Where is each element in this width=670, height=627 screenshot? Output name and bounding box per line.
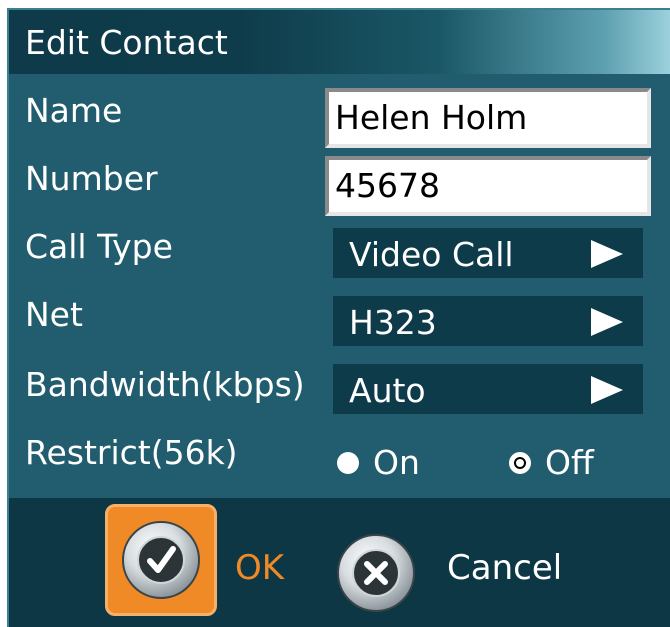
radio-unselected-icon <box>337 452 359 474</box>
restrict-on-radio[interactable]: On <box>337 442 457 484</box>
title-bar: Edit Contact <box>9 10 670 74</box>
check-icon-glyph <box>147 546 176 573</box>
arrow-right-icon <box>591 376 623 404</box>
bandwidth-select[interactable]: Auto <box>333 364 643 414</box>
arrow-right-icon <box>591 240 623 268</box>
check-icon <box>122 521 200 599</box>
bandwidth-value: Auto <box>349 371 426 410</box>
bandwidth-label: Bandwidth(kbps) <box>25 365 305 404</box>
restrict-off-label: Off <box>545 443 594 482</box>
restrict-off-radio[interactable]: Off <box>509 442 629 484</box>
restrict-label: Restrict(56k) <box>25 433 238 472</box>
restrict-on-label: On <box>373 443 420 482</box>
number-label: Number <box>25 159 158 198</box>
net-select[interactable]: H323 <box>333 296 643 346</box>
call-type-value: Video Call <box>349 235 514 274</box>
ok-button[interactable] <box>105 504 217 616</box>
edit-contact-dialog: Edit Contact Name Helen Holm Number 4567… <box>7 8 670 627</box>
call-type-label: Call Type <box>25 227 173 266</box>
arrow-right-icon <box>591 308 623 336</box>
dialog-title: Edit Contact <box>25 23 228 62</box>
net-value: H323 <box>349 303 437 342</box>
ok-label[interactable]: OK <box>235 548 284 588</box>
check-icon-inner <box>137 536 185 584</box>
close-icon-inner <box>352 549 400 597</box>
name-field[interactable]: Helen Holm <box>325 88 651 148</box>
net-label: Net <box>25 295 83 334</box>
close-icon-glyph <box>364 561 388 585</box>
cancel-label[interactable]: Cancel <box>447 548 562 588</box>
call-type-select[interactable]: Video Call <box>333 228 643 278</box>
radio-selected-icon <box>509 452 531 474</box>
number-field[interactable]: 45678 <box>325 156 651 216</box>
close-icon[interactable] <box>337 534 415 612</box>
name-label: Name <box>25 91 123 130</box>
